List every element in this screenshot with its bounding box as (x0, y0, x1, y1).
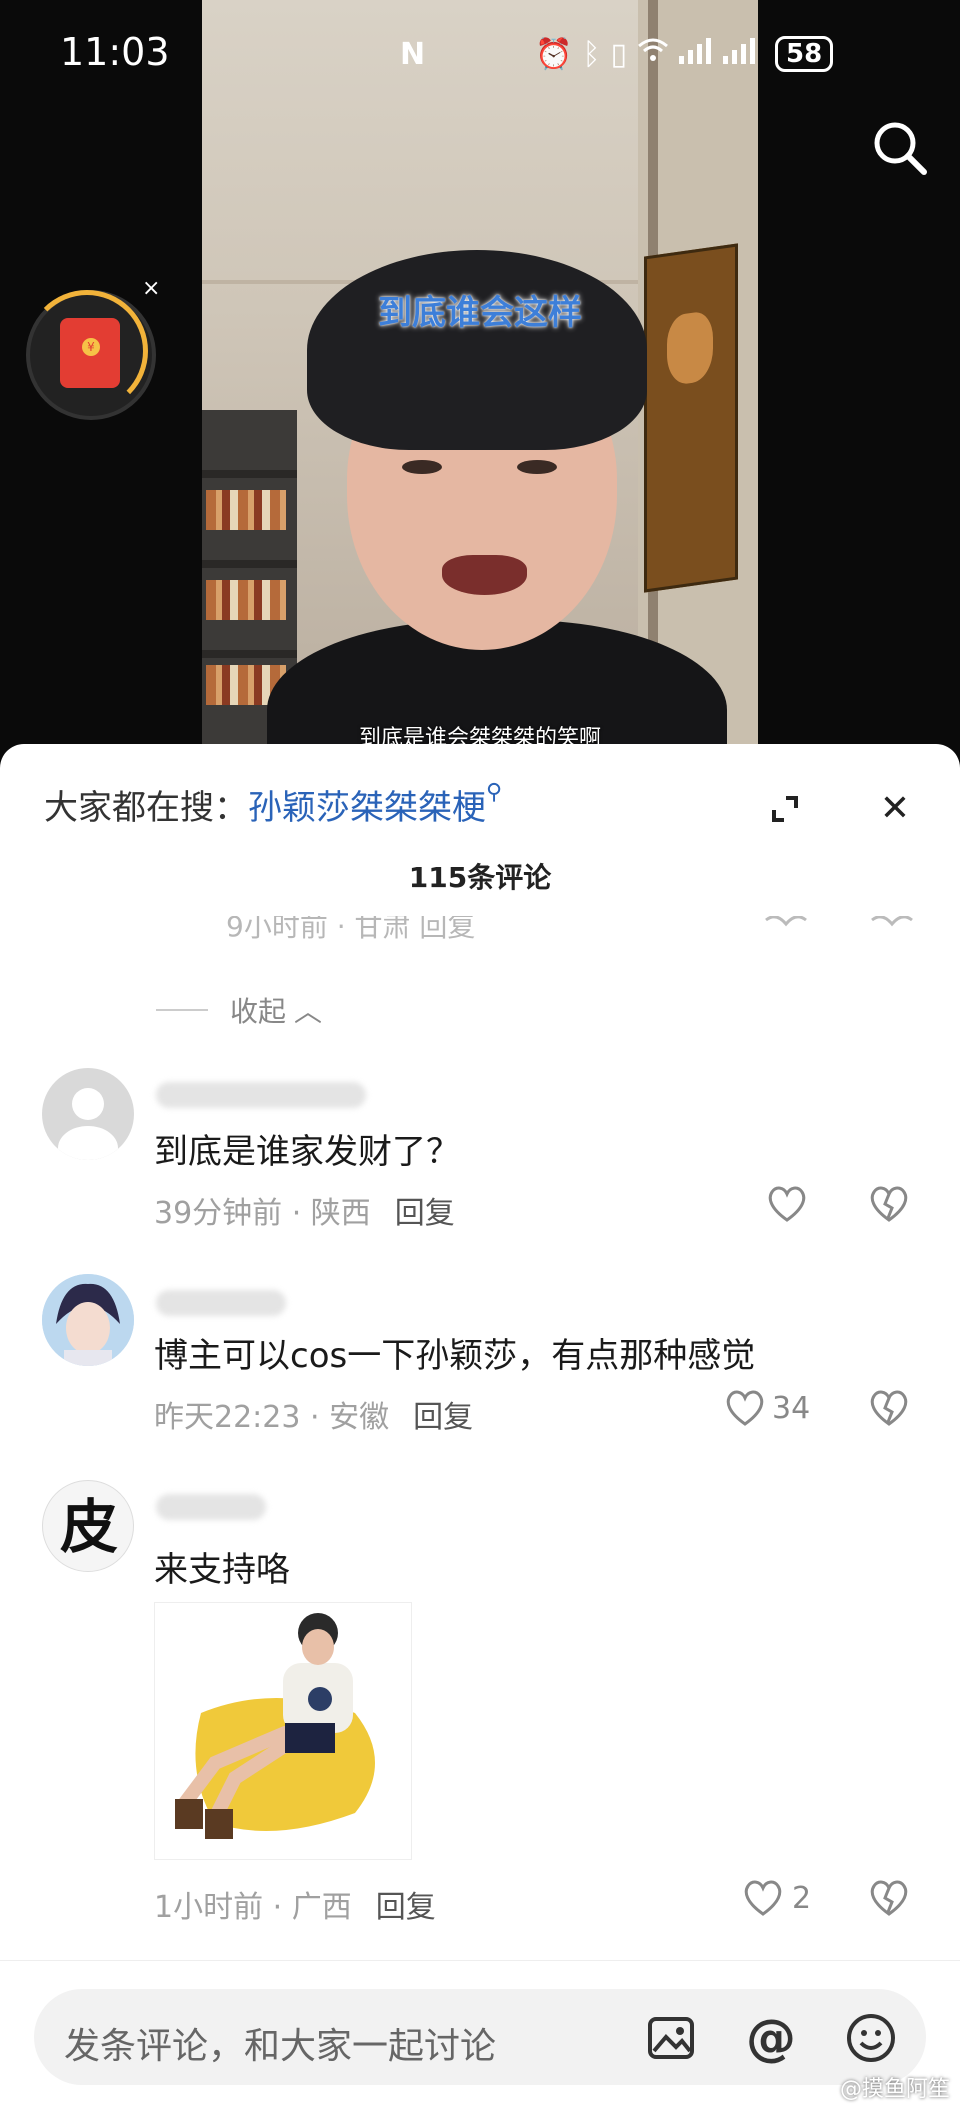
shelf-row (202, 470, 297, 478)
heart-icon[interactable] (762, 916, 810, 946)
heart-icon (726, 1390, 764, 1426)
comment-meta: 昨天22:23 · 安徽 回复 (154, 1400, 474, 1435)
comment-text: 来支持咯 (154, 1550, 290, 1590)
vibrate-icon: ▯ (610, 36, 627, 72)
comment-meta: 39分钟前 · 陕西 回复 (154, 1196, 455, 1231)
alarm-icon: ⏰ (535, 36, 573, 72)
signal-icon-2 (722, 37, 757, 72)
battery-icon: 58 (774, 36, 834, 72)
reply-button[interactable]: 回复 (376, 1890, 436, 1925)
coin-icon: ¥ (82, 338, 100, 356)
close-icon[interactable]: ✕ (870, 784, 920, 834)
books (206, 490, 286, 530)
avatar[interactable]: 皮 (42, 1480, 134, 1572)
nfc-icon: N (400, 36, 426, 72)
username-blurred[interactable] (156, 1290, 286, 1316)
reply-button[interactable]: 回复 (413, 1400, 473, 1435)
red-envelope-icon: ¥ (60, 318, 120, 388)
comment-input-placeholder: 发条评论，和大家一起讨论 (64, 2026, 497, 2067)
books (206, 580, 286, 620)
person-hair (307, 250, 647, 450)
dislike-button[interactable] (868, 1184, 910, 1224)
shelf-row (202, 650, 297, 658)
dislike-button[interactable] (868, 1878, 910, 1918)
comment-text: 到底是谁家发财了？ (154, 1132, 460, 1172)
close-icon[interactable]: × (142, 276, 160, 301)
trending-prefix: 大家都在搜： (44, 788, 248, 828)
at-icon[interactable]: @ (744, 2011, 798, 2065)
search-small-icon: ⚲ (486, 780, 503, 805)
expand-icon[interactable] (760, 784, 810, 834)
avatar-char: 皮 (59, 1493, 118, 1561)
like-button[interactable]: 2 (742, 1878, 811, 1918)
username-blurred[interactable] (156, 1082, 366, 1108)
red-envelope-widget[interactable]: ¥ (26, 290, 156, 420)
signal-icon (678, 37, 713, 72)
wifi-icon (637, 36, 669, 72)
username-blurred[interactable] (156, 1494, 266, 1520)
like-button[interactable] (766, 1184, 808, 1224)
emoji-icon[interactable] (844, 2011, 898, 2065)
comments-panel: 大家都在搜：孙颖莎桀桀桀梗⚲ ✕ 115条评论 9小时前 · 甘肃 回复 收起 … (0, 744, 960, 2110)
collapse-label: 收起 (230, 995, 287, 1028)
video-player[interactable]: 到底谁会这样 到底是谁会桀桀桀的笑啊 11:03 N ⏰ ᛒ ▯ 58 ¥ × (0, 0, 960, 760)
comment-location: 安徽 (329, 1400, 390, 1435)
bluetooth-icon: ᛒ (582, 36, 601, 72)
status-bar: 11:03 N ⏰ ᛒ ▯ 58 (0, 0, 960, 110)
status-time: 11:03 (60, 30, 170, 74)
trending-search[interactable]: 大家都在搜：孙颖莎桀桀桀梗⚲ (44, 780, 502, 829)
broken-heart-icon (870, 1186, 908, 1222)
like-button[interactable]: 34 (724, 1388, 810, 1428)
broken-heart-icon (870, 1880, 908, 1916)
comment-location: 陕西 (310, 1196, 371, 1231)
comment-image[interactable] (154, 1602, 412, 1860)
image-icon[interactable] (644, 2011, 698, 2065)
search-icon[interactable] (870, 118, 930, 178)
comment-time: 1小时前 (154, 1890, 264, 1925)
heart-icon (744, 1880, 782, 1916)
divider (156, 1009, 208, 1011)
heart-icon (768, 1186, 806, 1222)
collapse-replies[interactable]: 收起 ︿ (156, 990, 322, 1030)
video-caption-top: 到底谁会这样 (378, 293, 582, 333)
status-icons: N ⏰ ᛒ ▯ 58 (400, 32, 900, 76)
reply-button[interactable]: 回复 (395, 1196, 455, 1231)
mouth (442, 555, 527, 595)
comment-text: 博主可以cos一下孙颖莎，有点那种感觉 (154, 1336, 756, 1376)
shelf-row (202, 560, 297, 568)
comment-input-bar: 发条评论，和大家一起讨论 @ @摸鱼阿笙 (0, 1960, 960, 2111)
eye (517, 460, 557, 474)
comment-meta: 1小时前 · 广西 回复 (154, 1890, 436, 1925)
broken-heart-icon (870, 1390, 908, 1426)
trending-query-link[interactable]: 孙颖莎桀桀桀梗 (248, 788, 486, 828)
eye (402, 460, 442, 474)
video-frame: 到底谁会这样 到底是谁会桀桀桀的笑啊 (202, 0, 758, 760)
dislike-button[interactable] (868, 1388, 910, 1428)
comment-input[interactable]: 发条评论，和大家一起讨论 @ (34, 1989, 926, 2085)
avatar[interactable] (42, 1274, 134, 1366)
avatar[interactable] (42, 1068, 134, 1160)
chevron-up-icon: ︿ (294, 995, 323, 1028)
like-count: 2 (792, 1880, 812, 1916)
watermark: @摸鱼阿笙 (839, 2077, 950, 2102)
broken-heart-icon[interactable] (868, 916, 916, 946)
comment-time: 昨天22:23 (154, 1400, 301, 1435)
comment-location: 广西 (291, 1890, 352, 1925)
comment-time: 39分钟前 (154, 1196, 283, 1231)
comment-count: 115条评论 (408, 861, 552, 894)
previous-comment-meta: 9小时前 · 甘肃 回复 (226, 916, 476, 943)
like-count: 34 (772, 1390, 811, 1426)
